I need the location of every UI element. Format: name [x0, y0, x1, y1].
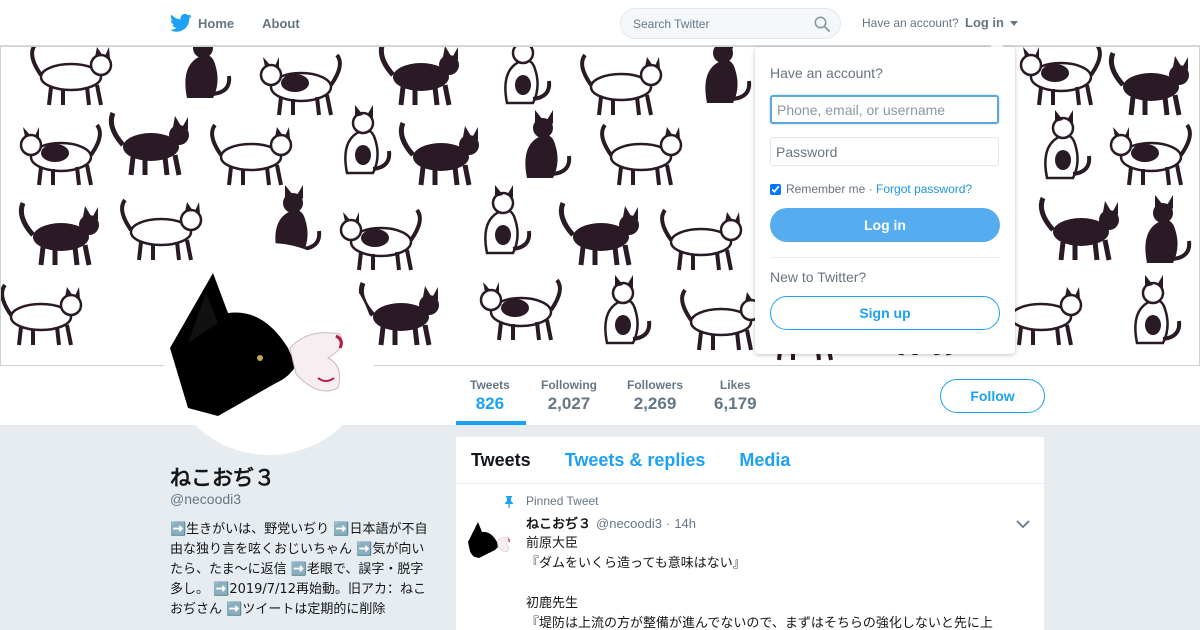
stat-label: Following	[541, 378, 597, 392]
login-dropdown-title: Have an account?	[770, 65, 883, 81]
tab-tweets[interactable]: Tweets	[471, 450, 531, 471]
chevron-down-icon[interactable]	[1016, 519, 1030, 529]
profile-name[interactable]: ねこおぢ３	[170, 462, 275, 492]
remember-me-row: Remember me · Forgot password?	[770, 182, 1000, 196]
stat-value: 2,269	[633, 394, 677, 413]
pinned-label: Pinned Tweet	[526, 494, 599, 508]
follow-button[interactable]: Follow	[940, 379, 1045, 413]
tweet-avatar[interactable]	[467, 516, 515, 564]
tweet-timestamp[interactable]: 14h	[674, 516, 696, 531]
remember-me-label[interactable]: Remember me	[786, 182, 865, 196]
dropdown-divider	[770, 257, 1000, 258]
timeline-tabs: Tweets Tweets & replies Media	[456, 437, 1044, 484]
stat-followers[interactable]: Followers 2,269	[627, 378, 683, 414]
stat-following[interactable]: Following 2,027	[541, 378, 597, 414]
tab-tweets-replies[interactable]: Tweets & replies	[565, 450, 706, 471]
username-input[interactable]	[770, 95, 999, 124]
tweet-separator: ·	[665, 516, 671, 531]
search-box	[620, 8, 841, 39]
search-icon[interactable]	[814, 16, 830, 32]
tweet-author-handle[interactable]: @necoodi3	[596, 516, 662, 531]
login-button[interactable]: Log in	[770, 208, 1000, 242]
twitter-bird-icon[interactable]	[170, 13, 192, 33]
profile-handle[interactable]: @necoodi3	[170, 491, 241, 507]
tweet-text: 前原大臣 『ダムをいくら造っても意味はない』 初鹿先生 『堤防は上流の方が整備が…	[526, 536, 993, 630]
top-nav: Home About Have an account? Log in	[0, 0, 1200, 46]
profile-avatar[interactable]	[163, 243, 375, 455]
login-toggle-label: Log in	[965, 15, 1004, 30]
timeline: Tweets Tweets & replies Media Pinned Twe…	[456, 437, 1044, 630]
stat-label: Followers	[627, 378, 684, 392]
stat-likes[interactable]: Likes 6,179	[714, 378, 757, 414]
tweet-author-name[interactable]: ねこおぢ３	[526, 513, 591, 532]
search-input[interactable]	[621, 9, 801, 38]
active-stat-underline	[456, 421, 526, 425]
caret-down-icon	[1009, 21, 1018, 27]
black-cat-avatar-image	[168, 248, 370, 450]
pinned-tweet[interactable]: Pinned Tweet ねこおぢ３ @necoodi3 · 14h 前原大臣 …	[456, 484, 1044, 630]
black-cat-avatar-image	[467, 516, 515, 564]
stat-value: 6,179	[714, 394, 757, 413]
stat-label: Tweets	[470, 378, 510, 392]
stat-value: 826	[475, 394, 505, 413]
profile-bio: ➡️生きがいは、野党いぢり ➡️日本語が不自由な独り言を呟くおじいちゃん ➡️気…	[170, 522, 428, 617]
login-dropdown-toggle[interactable]: Log in	[965, 15, 1018, 30]
pin-icon	[505, 496, 513, 508]
tab-media[interactable]: Media	[739, 450, 790, 471]
nav-left: Home About	[170, 0, 328, 46]
remember-me-checkbox[interactable]	[770, 183, 781, 195]
signup-button[interactable]: Sign up	[770, 296, 1000, 330]
stat-label: Likes	[719, 378, 751, 392]
new-to-twitter-text: New to Twitter?	[770, 269, 867, 285]
stat-tweets[interactable]: Tweets 826	[470, 378, 510, 414]
have-account-text: Have an account?	[862, 16, 959, 30]
forgot-password-link[interactable]: Forgot password?	[876, 182, 972, 196]
stat-value: 2,027	[547, 394, 591, 413]
tweet-header: ねこおぢ３ @necoodi3 · 14h	[526, 513, 1029, 532]
password-input[interactable]	[770, 137, 999, 166]
nav-about-link[interactable]: About	[262, 16, 300, 31]
login-dropdown: Have an account? Remember me · Forgot pa…	[755, 47, 1015, 354]
nav-home-link[interactable]: Home	[198, 16, 234, 31]
remember-separator: ·	[868, 182, 873, 196]
